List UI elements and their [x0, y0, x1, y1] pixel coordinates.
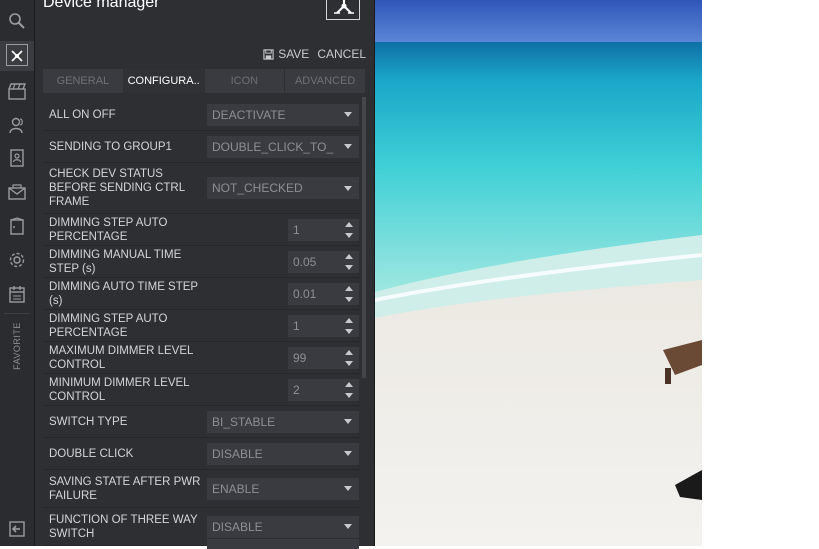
spinner-arrows-icon[interactable]	[344, 285, 354, 302]
favorite-label: FAVORITE	[12, 322, 22, 370]
save-button[interactable]: SAVE	[263, 47, 309, 61]
field-label: MAXIMUM DIMMER LEVEL CONTROL	[49, 344, 193, 371]
chevron-down-icon	[344, 144, 352, 149]
spinner-arrows-icon[interactable]	[344, 221, 354, 238]
spinner-arrows-icon[interactable]	[344, 349, 354, 366]
form-scrollbar[interactable]	[362, 97, 366, 378]
field-label: DIMMING AUTO TIME STEP (s)	[49, 280, 198, 307]
chevron-down-icon	[344, 451, 352, 456]
form-row: DIMMING MANUAL TIME STEP (s) 0.05	[43, 246, 360, 278]
chevron-down-icon	[344, 112, 352, 117]
field-label: SENDING TO GROUP1	[49, 140, 172, 153]
field-value: NOT_CHECKED	[212, 181, 303, 195]
number-stepper[interactable]: 2	[288, 378, 359, 401]
field-label: SWITCH TYPE	[49, 415, 128, 428]
cancel-label: CANCEL	[317, 47, 366, 61]
tab-general[interactable]: GENERAL	[43, 69, 124, 93]
spinner-arrows-icon[interactable]	[344, 253, 354, 270]
field-label: DOUBLE CLICK	[49, 447, 134, 460]
form-row: CHECK DEV STATUS BEFORE SENDING CTRL FRA…	[43, 163, 360, 214]
number-stepper[interactable]: 0.01	[288, 282, 359, 305]
save-label: SAVE	[278, 47, 310, 61]
logout-icon[interactable]	[0, 514, 34, 544]
panel-actions: SAVE CANCEL	[263, 47, 366, 61]
next-field-partial	[207, 539, 359, 549]
calendar-icon[interactable]	[0, 279, 34, 309]
messages-icon[interactable]	[0, 177, 34, 207]
select-dropdown[interactable]: DISABLE	[207, 442, 359, 465]
chevron-down-icon	[344, 419, 352, 424]
device-manager-icon[interactable]	[0, 41, 34, 71]
number-stepper[interactable]: 99	[288, 346, 359, 369]
form-row: SAVING STATE AFTER PWR FAILURE ENABLE	[43, 470, 360, 508]
tab-icon[interactable]: ICON	[205, 69, 286, 93]
select-dropdown[interactable]: DEACTIVATE	[207, 103, 359, 126]
favorite-tab[interactable]: FAVORITE	[0, 318, 34, 374]
spinner-arrows-icon[interactable]	[344, 381, 354, 398]
select-dropdown[interactable]: DISABLE	[207, 515, 359, 538]
field-value: 99	[293, 350, 307, 365]
field-label: DIMMING MANUAL TIME STEP (s)	[49, 248, 182, 275]
panel-title: Device manager	[43, 0, 160, 11]
form-row: DIMMING STEP AUTO PERCENTAGE 1	[43, 214, 360, 246]
number-stepper[interactable]: 1	[288, 314, 359, 337]
field-value: DEACTIVATE	[212, 107, 286, 122]
search-icon[interactable]	[0, 6, 34, 36]
field-value: 2	[293, 382, 300, 397]
field-value: DISABLE	[212, 519, 263, 534]
field-value: 0.05	[293, 254, 317, 269]
form-row: DOUBLE CLICK DISABLE	[43, 438, 360, 470]
form-row: DIMMING STEP AUTO PERCENTAGE 1	[43, 310, 360, 342]
form-row: MINIMUM DIMMER LEVEL CONTROL 2	[43, 374, 360, 406]
floppy-disk-icon	[263, 48, 274, 60]
form-row: MAXIMUM DIMMER LEVEL CONTROL 99	[43, 342, 360, 374]
configuration-form: ALL ON OFF DEACTIVATE SENDING TO GROUP1 DOU…	[43, 99, 360, 546]
field-label: DIMMING STEP AUTO PERCENTAGE	[49, 312, 168, 339]
select-dropdown[interactable]: BI_STABLE	[207, 410, 359, 433]
field-value: 1	[293, 318, 300, 333]
field-value: 1	[293, 222, 300, 237]
form-row: ALL ON OFF DEACTIVATE	[43, 99, 360, 131]
number-stepper[interactable]: 0.05	[288, 250, 359, 273]
field-label: CHECK DEV STATUS BEFORE SENDING CTRL FRA…	[49, 168, 185, 208]
select-dropdown[interactable]: NOT_CHECKED	[207, 177, 359, 199]
field-label: DIMMING STEP AUTO PERCENTAGE	[49, 216, 168, 243]
field-value: BI_STABLE	[212, 414, 276, 429]
field-value: DOUBLE_CLICK_TO_	[212, 139, 334, 154]
form-row: DIMMING AUTO TIME STEP (s) 0.01	[43, 278, 360, 310]
chevron-down-icon	[344, 185, 352, 191]
gear-icon[interactable]	[0, 245, 34, 275]
field-label: ALL ON OFF	[49, 108, 116, 121]
field-label: SAVING STATE AFTER PWR FAILURE	[49, 475, 201, 502]
users-icon[interactable]	[0, 110, 34, 140]
background-photo	[375, 0, 702, 546]
door-icon[interactable]	[0, 211, 34, 241]
form-row: SWITCH TYPE BI_STABLE	[43, 406, 360, 438]
tab-configuration[interactable]: CONFIGURA..	[123, 69, 205, 93]
contacts-book-icon[interactable]	[0, 143, 34, 173]
tab-advanced[interactable]: ADVANCED	[285, 69, 365, 93]
select-dropdown[interactable]: ENABLE	[207, 477, 359, 500]
select-dropdown[interactable]: DOUBLE_CLICK_TO_	[207, 135, 359, 158]
spinner-arrows-icon[interactable]	[344, 317, 354, 334]
chevron-down-icon	[344, 524, 352, 529]
number-stepper[interactable]: 1	[288, 218, 359, 241]
field-value: DISABLE	[212, 446, 263, 461]
device-manager-panel: Device manager SAVE CANCEL GENERAL CONFI…	[35, 0, 375, 549]
scene-clapper-icon[interactable]	[0, 76, 34, 106]
field-value: ENABLE	[212, 481, 260, 496]
cancel-button[interactable]: CANCEL	[317, 47, 366, 61]
form-row: SENDING TO GROUP1 DOUBLE_CLICK_TO_	[43, 131, 360, 163]
icon-rail: FAVORITE	[0, 0, 35, 546]
field-label: MINIMUM DIMMER LEVEL CONTROL	[49, 376, 190, 403]
field-value: 0.01	[293, 286, 317, 301]
chevron-down-icon	[344, 486, 352, 491]
device-logo-icon	[326, 0, 360, 20]
field-label: FUNCTION OF THREE WAY SWITCH	[49, 513, 198, 540]
panel-tabs: GENERAL CONFIGURA.. ICON ADVANCED	[43, 69, 365, 93]
